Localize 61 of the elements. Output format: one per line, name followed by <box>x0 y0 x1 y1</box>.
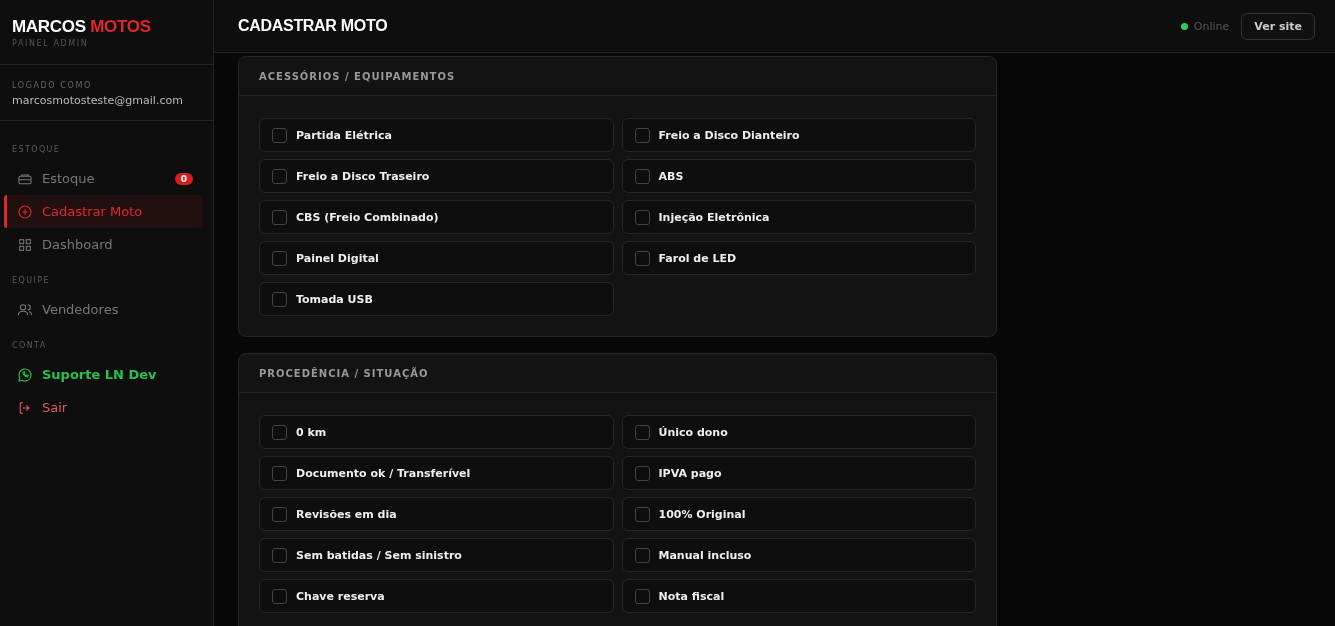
checkbox-option[interactable]: Documento ok / Transferível <box>259 456 614 490</box>
checkbox[interactable] <box>272 250 287 266</box>
sidebar-item[interactable]: Cadastrar Moto <box>4 195 203 228</box>
checkbox-option[interactable]: Injeção Eletrônica <box>621 200 976 234</box>
checkbox[interactable] <box>272 547 287 563</box>
checkbox[interactable] <box>634 547 650 563</box>
checkbox-option[interactable]: IPVA pago <box>621 456 976 490</box>
checkbox-option[interactable]: Freio a Disco Dianteiro <box>621 118 976 152</box>
checkbox-option[interactable]: Sem batidas / Sem sinistro <box>259 538 614 572</box>
checkbox[interactable] <box>634 250 650 266</box>
checkbox[interactable] <box>272 588 287 604</box>
checkbox-option[interactable]: Nota fiscal <box>621 579 976 613</box>
checkbox[interactable] <box>634 424 650 440</box>
brand-logo: MARCOS MOTOS <box>12 17 151 37</box>
nav-section-title: EQUIPE <box>11 276 51 285</box>
chat-bubble-icon <box>17 366 33 383</box>
checkbox[interactable] <box>272 465 287 481</box>
checkbox[interactable] <box>634 588 650 604</box>
checkbox[interactable] <box>634 506 650 522</box>
checkbox-option[interactable]: Farol de LED <box>621 241 976 275</box>
checkbox-option[interactable]: Painel Digital <box>259 241 614 275</box>
checkbox-option[interactable]: ABS <box>621 159 976 193</box>
checkbox[interactable] <box>634 127 650 143</box>
section-title: ACESSÓRIOS / EQUIPAMENTOS <box>259 70 456 82</box>
checkbox-option[interactable]: 100% Original <box>621 497 976 531</box>
checkbox[interactable] <box>272 209 287 225</box>
checkbox-option[interactable]: 0 km <box>259 415 614 449</box>
status-text: Online <box>1193 19 1230 33</box>
view-site-button[interactable]: Ver site <box>1241 12 1315 40</box>
count-badge: 0 <box>174 172 193 185</box>
brand-subtitle: PAINEL ADMIN <box>12 39 90 48</box>
grid-icon <box>17 236 33 253</box>
checkbox-option[interactable]: CBS (Freio Combinado) <box>259 200 614 234</box>
checkbox[interactable] <box>272 424 287 440</box>
checkbox[interactable] <box>272 506 287 522</box>
plus-circle-icon <box>17 203 33 220</box>
checkbox-option[interactable]: Partida Elétrica <box>259 118 614 152</box>
sidebar-item[interactable]: Dashboard <box>4 228 203 261</box>
nav-section-title: ESTOQUE <box>11 145 62 154</box>
checkbox-option[interactable]: Chave reserva <box>259 579 614 613</box>
sidebar-item[interactable]: Sair <box>4 391 203 424</box>
checkbox[interactable] <box>634 209 650 225</box>
checkbox-option[interactable]: Único dono <box>621 415 976 449</box>
sidebar-item[interactable]: Suporte LN Dev <box>4 358 203 391</box>
page-title: CADASTRAR MOTO <box>238 17 388 35</box>
checkbox[interactable] <box>634 168 650 184</box>
checkbox-option[interactable]: Revisões em dia <box>259 497 614 531</box>
checkbox[interactable] <box>272 127 287 143</box>
checkbox[interactable] <box>272 168 287 184</box>
user-label: LOGADO COMO <box>12 81 93 90</box>
section-title: PROCEDÊNCIA / SITUAÇÃO <box>259 367 429 379</box>
checkbox-option[interactable]: Tomada USB <box>259 282 614 316</box>
users-icon <box>17 301 33 318</box>
checkbox-option[interactable]: Manual incluso <box>621 538 976 572</box>
sidebar-item[interactable]: Estoque 0 <box>4 162 203 195</box>
checkbox[interactable] <box>272 291 287 307</box>
checkbox-option[interactable]: Freio a Disco Traseiro <box>259 159 614 193</box>
nav-section-title: CONTA <box>11 341 48 350</box>
sidebar-item[interactable]: Vendedores <box>4 293 203 326</box>
user-email: marcosmotosteste@gmail.com <box>12 94 184 107</box>
checkbox[interactable] <box>634 465 650 481</box>
